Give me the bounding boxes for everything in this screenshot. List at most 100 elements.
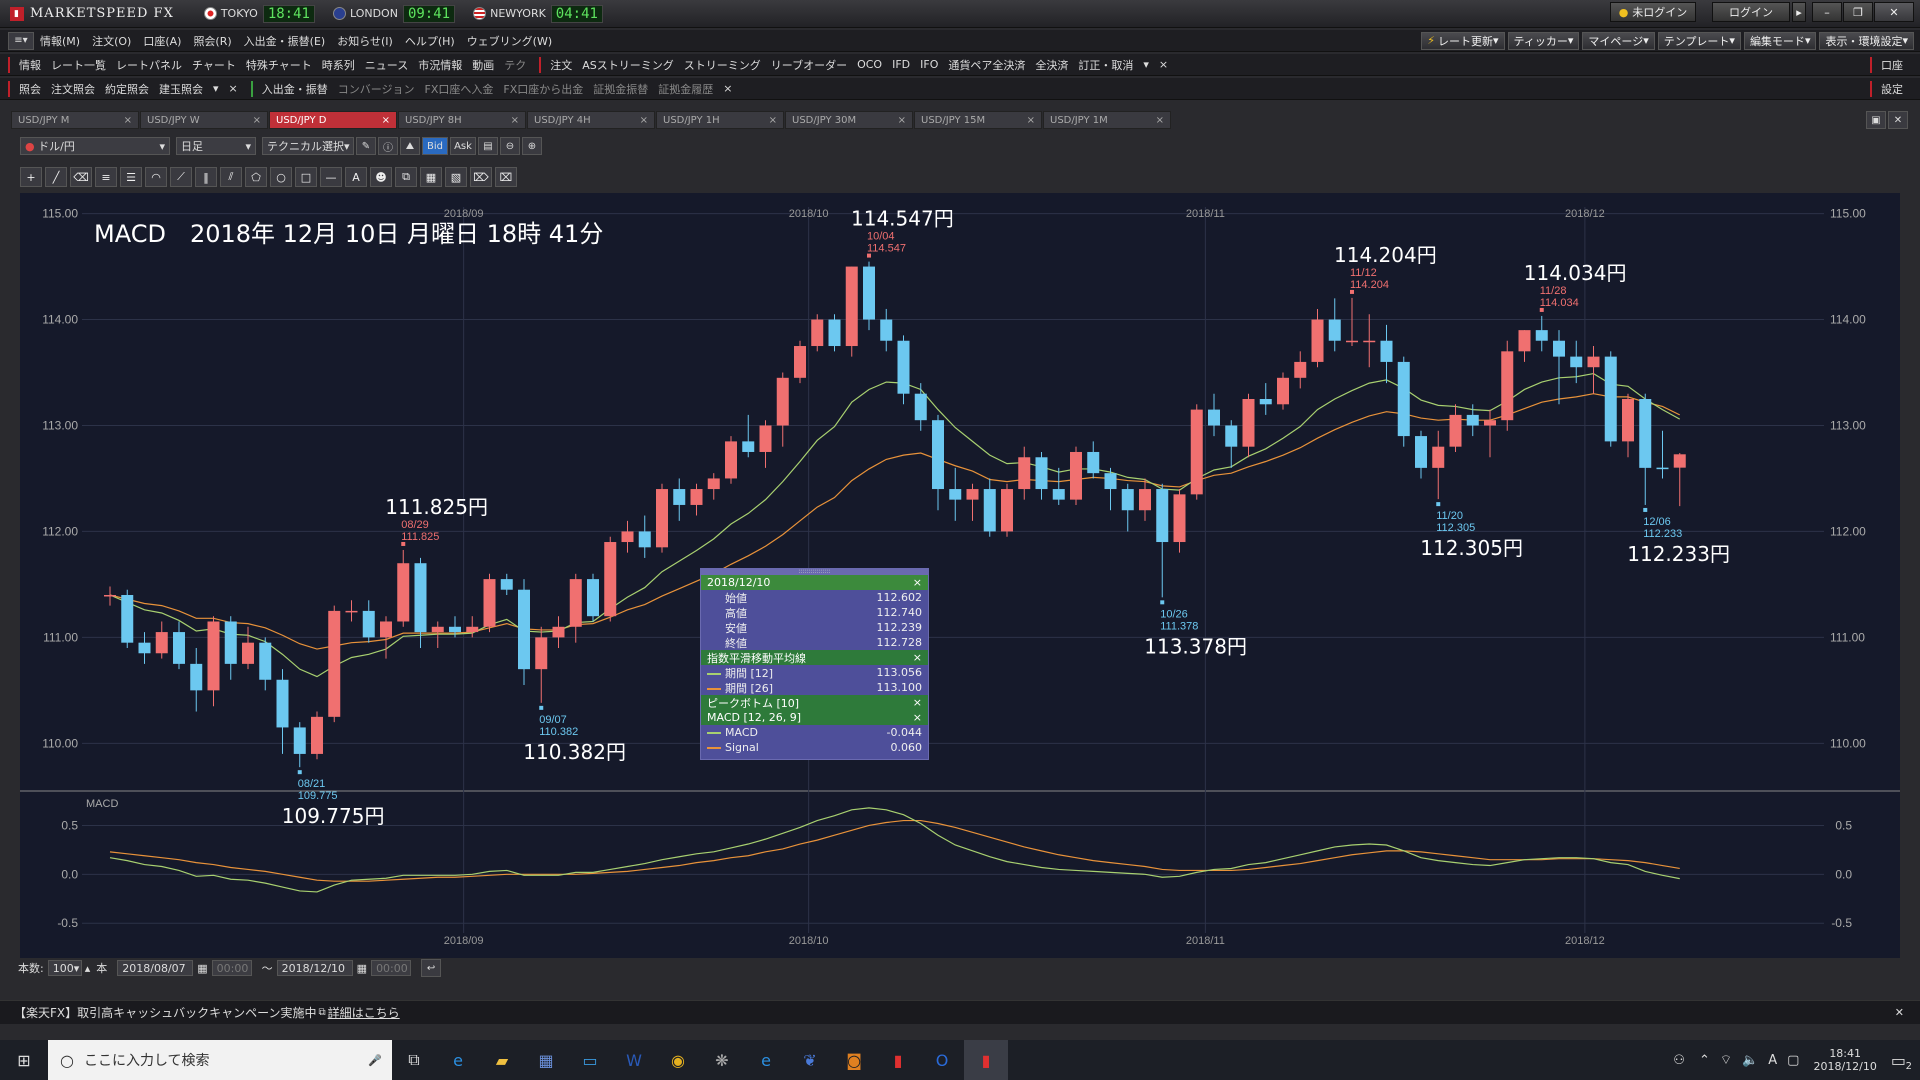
technical-select[interactable]: テクニカル選択 ▾ xyxy=(262,137,354,155)
toolbar-order-query[interactable]: 注文照会 xyxy=(46,81,100,97)
candlestick-chart[interactable]: 115.00 115.00 114.00 114.00 113.00 113.00 112.… xyxy=(20,193,1900,958)
toolbar-conversion[interactable]: コンバージョン xyxy=(333,81,420,97)
toolbar-dropdown-icon[interactable]: ▾ xyxy=(1138,58,1154,71)
tab-usdjpy-m[interactable]: USD/JPY M × xyxy=(11,111,139,129)
toolbar-timeseries[interactable]: 時系列 xyxy=(317,57,360,73)
close-window-button[interactable]: ✕ xyxy=(1874,2,1914,22)
hline-icon[interactable]: — xyxy=(320,167,342,187)
to-date-input[interactable]: 2018/12/10 xyxy=(276,960,353,976)
tab-usdjpy-d[interactable]: USD/JPY D × xyxy=(269,111,397,129)
tab-usdjpy-1h[interactable]: USD/JPY 1H × xyxy=(656,111,784,129)
close-chart-icon[interactable]: ✕ xyxy=(1888,111,1908,129)
tab-close-icon[interactable]: × xyxy=(640,115,648,126)
tab-usdjpy-w[interactable]: USD/JPY W × xyxy=(140,111,268,129)
toolbar-video[interactable]: 動画 xyxy=(467,57,499,73)
arc-icon[interactable]: ◠ xyxy=(145,167,167,187)
login-arrow-button[interactable]: ▸ xyxy=(1792,2,1806,22)
toolbar-chart[interactable]: チャート xyxy=(187,57,241,73)
chrome-icon[interactable]: ◉ xyxy=(656,1040,700,1080)
icon-stamp-icon[interactable]: ☻ xyxy=(370,167,392,187)
edge-browser-icon[interactable]: e xyxy=(744,1040,788,1080)
toolbar-streaming[interactable]: ストリーミング xyxy=(679,57,766,73)
toolbar-margin-transfer[interactable]: 証拠金振替 xyxy=(588,81,653,97)
tab-usdjpy-30m[interactable]: USD/JPY 30M × xyxy=(785,111,913,129)
main-menu-icon[interactable]: ≡▾ xyxy=(8,31,34,50)
toolbar-withdraw-fx[interactable]: FX口座から出金 xyxy=(498,81,588,97)
chart-area[interactable]: 115.00 115.00 114.00 114.00 113.00 113.00 112.… xyxy=(20,193,1900,958)
menu-help[interactable]: ヘルプ(H) xyxy=(399,33,461,49)
toolbar-margin-history[interactable]: 証拠金履歴 xyxy=(653,81,718,97)
tab-usdjpy-8h[interactable]: USD/JPY 8H × xyxy=(398,111,526,129)
horizontal-lines-icon[interactable]: ≡ xyxy=(95,167,117,187)
paste-alt-icon[interactable]: ▧ xyxy=(445,167,467,187)
toolbar-close-icon[interactable]: × xyxy=(1154,58,1173,71)
microphone-icon[interactable]: 🎤 xyxy=(368,1054,382,1067)
volume-icon[interactable]: 🔈 xyxy=(1742,1053,1758,1068)
news-link[interactable]: 詳細はこちら xyxy=(328,1004,400,1021)
template-button[interactable]: テンプレート ▾ xyxy=(1657,31,1741,50)
feather-app-icon[interactable]: ❦ xyxy=(788,1040,832,1080)
menu-deposit[interactable]: 入出金・振替(E) xyxy=(238,33,332,49)
menu-order[interactable]: 注文(O) xyxy=(86,33,137,49)
toolbar-as-streaming[interactable]: ASストリーミング xyxy=(577,57,679,73)
pen-icon[interactable]: ✎ xyxy=(356,137,376,155)
toolbar-rate-panel[interactable]: レートパネル xyxy=(111,57,187,73)
delete-drawing-icon[interactable]: ⌦ xyxy=(470,167,492,187)
copy-icon[interactable]: ⧉ xyxy=(395,167,417,187)
taskbar-search-box[interactable]: ○ ここに入力して検索 🎤 xyxy=(48,1040,392,1080)
login-button[interactable]: ログイン xyxy=(1712,2,1790,22)
toolbar-account-button[interactable]: 口座 xyxy=(1876,57,1908,73)
vertical-lines-icon[interactable]: ‖ xyxy=(195,167,217,187)
login-status-button[interactable]: ● 未ログイン xyxy=(1610,2,1696,22)
taskbar-clock[interactable]: 18:41 2018/12/10 xyxy=(1813,1047,1876,1073)
toolbar-news[interactable]: ニュース xyxy=(360,57,413,73)
rate-update-button[interactable]: ⚡ レート更新 ▾ xyxy=(1421,31,1505,50)
calendar-icon[interactable]: ▦ xyxy=(197,962,207,975)
popup-close-icon[interactable]: × xyxy=(913,651,922,664)
toolbar-dropdown-icon[interactable]: ▾ xyxy=(208,82,224,95)
tab-close-icon[interactable]: × xyxy=(253,115,261,126)
zoom-out-icon[interactable]: ⊖ xyxy=(500,137,520,155)
popup-close-icon[interactable]: × xyxy=(913,711,922,724)
to-time-input[interactable]: 00:00 xyxy=(371,960,412,976)
calculator-icon[interactable]: ▦ xyxy=(524,1040,568,1080)
tab-usdjpy-1m[interactable]: USD/JPY 1M × xyxy=(1043,111,1171,129)
bid-toggle[interactable]: Bid xyxy=(422,137,448,155)
tab-close-icon[interactable]: × xyxy=(511,115,519,126)
multi-lines-icon[interactable]: ☰ xyxy=(120,167,142,187)
edit-mode-button[interactable]: 編集モード ▾ xyxy=(1743,31,1817,50)
display-settings-button[interactable]: 表示・環境設定 ▾ xyxy=(1819,31,1914,50)
news-close-icon[interactable]: ✕ xyxy=(1895,1006,1904,1019)
period-select[interactable]: 日足 ▾ xyxy=(176,137,256,155)
menu-info[interactable]: 情報(M) xyxy=(34,33,86,49)
toolbar-market-info[interactable]: 市況情報 xyxy=(413,57,467,73)
toolbar-oco[interactable]: OCO xyxy=(852,58,887,71)
from-time-input[interactable]: 00:00 xyxy=(211,960,252,976)
calendar-icon[interactable]: ▦ xyxy=(357,962,367,975)
crosshair-icon[interactable]: + xyxy=(20,167,42,187)
toolbar-close-icon[interactable]: × xyxy=(718,82,737,95)
toolbar-settle-all[interactable]: 全決済 xyxy=(1030,57,1073,73)
windows-start-icon[interactable]: ⊞ xyxy=(0,1040,48,1080)
toolbar-tech[interactable]: テク xyxy=(499,57,531,73)
reload-icon[interactable]: ↩ xyxy=(421,959,442,977)
popup-close-icon[interactable]: × xyxy=(913,696,922,709)
marketspeed-icon[interactable]: ▮ xyxy=(876,1040,920,1080)
popup-close-icon[interactable]: × xyxy=(913,576,922,589)
circle-icon[interactable]: ○ xyxy=(270,167,292,187)
currency-pair-select[interactable]: ● ドル/円 ▾ xyxy=(20,137,170,155)
window-app-icon[interactable]: ▭ xyxy=(568,1040,612,1080)
pitchfork-icon[interactable]: ⫽ xyxy=(220,167,242,187)
trendline-icon[interactable]: ╱ xyxy=(45,167,67,187)
ask-toggle[interactable]: Ask xyxy=(450,137,476,155)
toolbar-ifo[interactable]: IFO xyxy=(915,58,943,71)
tray-chevron-icon[interactable]: ⌃ xyxy=(1699,1053,1710,1068)
tab-close-icon[interactable]: × xyxy=(898,115,906,126)
orange-app-icon[interactable]: ◙ xyxy=(832,1040,876,1080)
fan-icon[interactable]: ⟋ xyxy=(170,167,192,187)
ime-pad-icon[interactable]: ▢ xyxy=(1787,1053,1799,1068)
ime-indicator[interactable]: A xyxy=(1768,1053,1777,1068)
network-icon[interactable]: ⌔ xyxy=(1720,1052,1732,1068)
toolbar-rate-list[interactable]: レート一覧 xyxy=(46,57,111,73)
tab-usdjpy-15m[interactable]: USD/JPY 15M × xyxy=(914,111,1042,129)
